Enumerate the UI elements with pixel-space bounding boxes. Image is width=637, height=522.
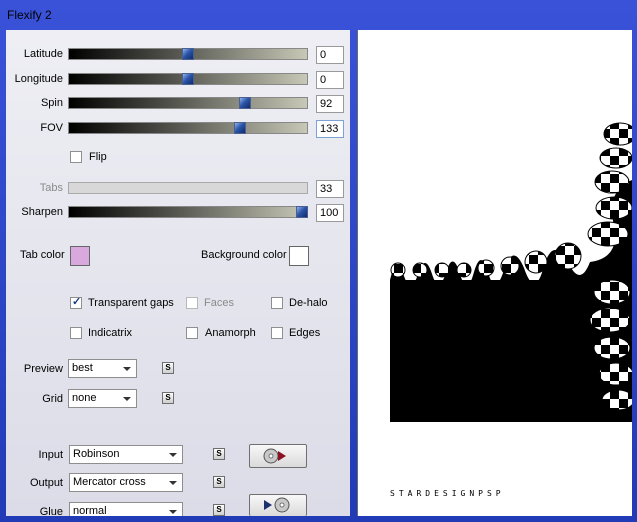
de-halo-label: De-halo [289, 297, 328, 309]
preview-watermark: STARDESIGNPSP [390, 489, 505, 498]
background-color-swatch[interactable] [289, 246, 309, 266]
latitude-slider[interactable] [68, 48, 308, 60]
faces-checkbox [186, 297, 198, 309]
output-save-button[interactable] [249, 494, 307, 516]
transparent-gaps-checkbox[interactable]: ✓ [70, 296, 82, 309]
indicatrix-label: Indicatrix [88, 327, 133, 339]
input-load-button[interactable] [249, 444, 307, 468]
grid-lock-button[interactable]: S [162, 392, 174, 404]
preview-quality-value: best [72, 362, 93, 374]
chevron-down-icon [123, 367, 131, 371]
title-bar: Flexify 2 [0, 0, 637, 30]
fov-slider-thumb[interactable] [234, 122, 247, 134]
edges-label: Edges [289, 327, 321, 339]
anamorph-label: Anamorph [205, 327, 256, 339]
play-disc-icon [264, 497, 290, 513]
indicatrix-checkbox[interactable] [70, 327, 82, 339]
latitude-value-input[interactable]: 0 [316, 46, 344, 64]
flexify-window: Flexify 2 Latitude 0 Longitude 0 Spin 92… [0, 0, 637, 522]
longitude-label: Longitude [14, 73, 63, 85]
anamorph-checkbox[interactable] [186, 327, 198, 339]
chevron-down-icon [169, 510, 177, 514]
glue-select[interactable]: normal [69, 502, 183, 517]
tabs-slider [68, 182, 308, 194]
tab-color-label: Tab color [20, 249, 65, 261]
preview-canvas[interactable]: STARDESIGNPSP [357, 30, 632, 516]
output-lock-button[interactable]: S [213, 476, 225, 488]
longitude-slider[interactable] [68, 73, 308, 85]
spin-label: Spin [40, 97, 63, 109]
grid-value: none [72, 392, 97, 404]
latitude-slider-thumb[interactable] [182, 48, 194, 60]
transparent-gaps-label: Transparent gaps [88, 297, 174, 309]
output-projection-value: Mercator cross [73, 476, 146, 488]
glue-label: Glue [39, 506, 63, 518]
grid-select[interactable]: none [68, 389, 137, 408]
faces-label: Faces [204, 297, 234, 309]
latitude-label: Latitude [23, 48, 63, 60]
sharpen-value-input[interactable]: 100 [316, 204, 344, 222]
check-icon: ✓ [72, 296, 82, 308]
edges-checkbox[interactable] [271, 327, 283, 339]
glue-value: normal [73, 505, 107, 517]
flip-checkbox[interactable] [70, 151, 82, 163]
preview-label: Preview [23, 363, 63, 375]
sharpen-slider-thumb[interactable] [296, 206, 309, 218]
input-projection-value: Robinson [73, 448, 120, 460]
preview-lock-button[interactable]: S [162, 362, 174, 374]
window-title: Flexify 2 [7, 8, 52, 22]
fov-value-input[interactable]: 133 [316, 120, 344, 138]
input-lock-button[interactable]: S [213, 448, 225, 460]
longitude-value-input[interactable]: 0 [316, 71, 344, 89]
spin-slider[interactable] [68, 97, 308, 109]
tabs-label: Tabs [39, 182, 63, 194]
fov-label: FOV [40, 122, 63, 134]
output-label: Output [29, 477, 63, 489]
chevron-down-icon [169, 453, 177, 457]
chevron-down-icon [169, 481, 177, 485]
flip-label: Flip [89, 151, 107, 163]
sharpen-slider[interactable] [68, 206, 309, 218]
input-projection-select[interactable]: Robinson [69, 445, 183, 464]
grid-label: Grid [42, 393, 63, 405]
settings-panel: Latitude 0 Longitude 0 Spin 92 FOV 133 F… [6, 30, 350, 518]
de-halo-checkbox[interactable] [271, 297, 283, 309]
spin-slider-thumb[interactable] [239, 97, 252, 109]
background-color-label: Background color [201, 249, 287, 261]
longitude-slider-thumb[interactable] [182, 73, 194, 85]
tab-color-swatch[interactable] [70, 246, 90, 266]
tabs-value-input: 33 [316, 180, 344, 198]
flexify-preview-image [390, 122, 632, 422]
glue-lock-button[interactable]: S [213, 504, 225, 516]
fov-slider[interactable] [68, 122, 308, 134]
chevron-down-icon [123, 397, 131, 401]
output-projection-select[interactable]: Mercator cross [69, 473, 183, 492]
sharpen-label: Sharpen [21, 206, 63, 218]
disc-play-icon [263, 448, 286, 464]
input-label: Input [38, 449, 63, 461]
spin-value-input[interactable]: 92 [316, 95, 344, 113]
preview-quality-select[interactable]: best [68, 359, 137, 378]
